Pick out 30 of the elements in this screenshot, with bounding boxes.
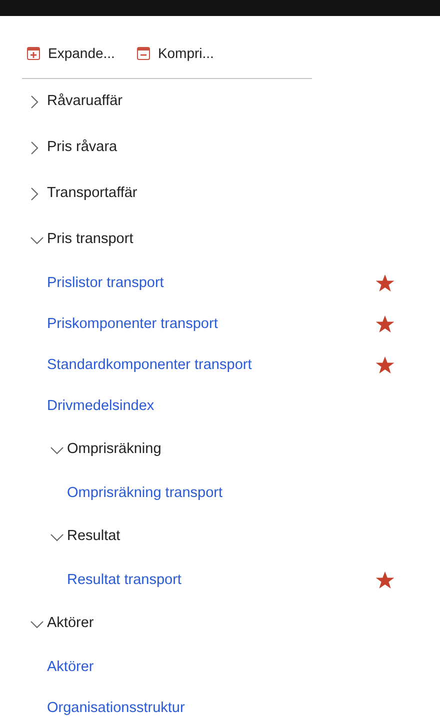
- star-icon[interactable]: [375, 571, 395, 590]
- star-icon[interactable]: [375, 315, 395, 334]
- chevron-right-icon[interactable]: [30, 95, 39, 109]
- tree-group-label[interactable]: Pris råvara: [47, 137, 118, 159]
- collapse-all-button[interactable]: Kompri...: [136, 42, 214, 64]
- star-icon[interactable]: [375, 274, 395, 293]
- tree-link[interactable]: Organisationsstruktur: [47, 698, 185, 720]
- tree-group-label[interactable]: Pris transport: [47, 229, 134, 251]
- collapse-icon: [136, 46, 150, 60]
- tree-group-label[interactable]: Omprisräkning: [67, 439, 162, 461]
- star-icon[interactable]: [375, 356, 395, 375]
- tree-group-label[interactable]: Transportaffär: [47, 183, 138, 205]
- tree-link[interactable]: Omprisräkning transport: [67, 482, 223, 504]
- expand-all-button[interactable]: Expande...: [27, 42, 115, 64]
- tree-link[interactable]: Standardkomponenter transport: [47, 354, 252, 376]
- tree-group-label[interactable]: Råvaruaffär: [47, 91, 122, 113]
- chevron-down-icon[interactable]: [30, 236, 44, 244]
- tree-link[interactable]: Priskomponenter transport: [47, 314, 218, 336]
- tree-group-label[interactable]: Aktörer: [47, 613, 94, 635]
- chevron-down-icon[interactable]: [50, 446, 64, 454]
- chevron-right-icon[interactable]: [30, 141, 39, 155]
- chevron-right-icon[interactable]: [30, 187, 39, 201]
- tree-link[interactable]: Drivmedelsindex: [47, 396, 154, 418]
- tree-link[interactable]: Resultat transport: [67, 570, 182, 592]
- tree-group-label[interactable]: Resultat: [67, 526, 120, 548]
- tree-link[interactable]: Prislistor transport: [47, 272, 164, 294]
- chevron-down-icon[interactable]: [30, 620, 44, 628]
- chevron-down-icon[interactable]: [50, 532, 64, 542]
- expand-icon: [27, 46, 40, 60]
- tree-link[interactable]: Aktörer: [47, 656, 94, 678]
